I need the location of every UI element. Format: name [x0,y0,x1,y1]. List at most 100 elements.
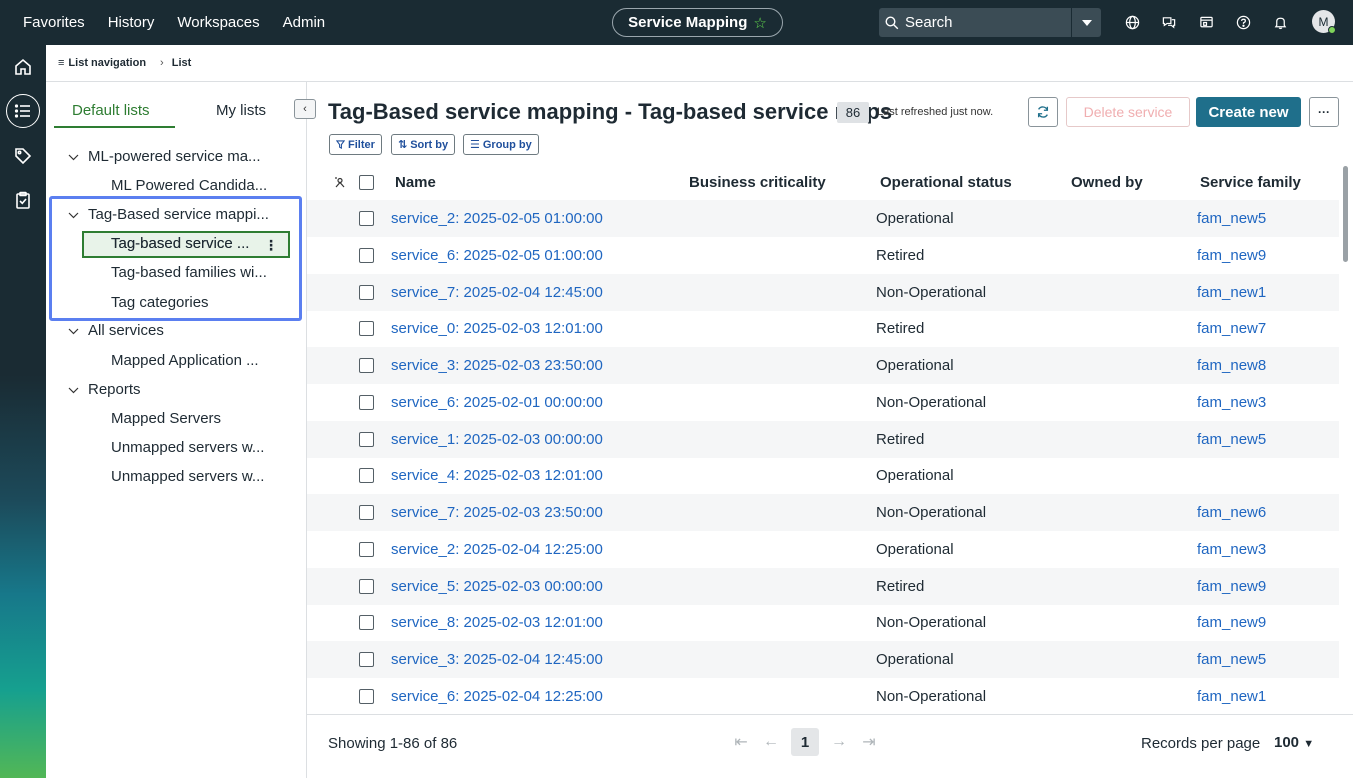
service-family-link[interactable]: fam_new9 [1197,578,1266,595]
previous-page-icon[interactable]: ← [761,733,781,751]
table-row[interactable]: service_6: 2025-02-04 12:25:00 Non-Operat… [307,678,1339,715]
row-checkbox[interactable] [359,505,374,520]
table-row[interactable]: service_8: 2025-02-03 12:01:00 Non-Operat… [307,604,1339,641]
service-family-link[interactable]: fam_new6 [1197,504,1266,521]
table-row[interactable]: service_6: 2025-02-01 00:00:00 Non-Operat… [307,384,1339,421]
service-name-link[interactable]: service_1: 2025-02-03 00:00:00 [391,431,603,448]
group-chip[interactable]: ☰ Group by [463,134,539,155]
breadcrumb-parent[interactable]: List navigation [68,57,146,69]
create-new-button[interactable]: Create new [1196,97,1301,127]
table-row[interactable]: service_4: 2025-02-03 12:01:00 Operationa… [307,457,1339,494]
service-name-link[interactable]: service_8: 2025-02-03 12:01:00 [391,614,603,631]
table-row[interactable]: service_2: 2025-02-04 12:25:00 Operationa… [307,531,1339,568]
table-row[interactable]: service_5: 2025-02-03 00:00:00 Retired fam… [307,567,1339,605]
column-business-criticality[interactable]: Business criticality [689,174,826,191]
more-actions-button[interactable]: ··· [1309,97,1339,127]
service-family-link[interactable]: fam_new5 [1197,210,1266,227]
records-per-page-select[interactable]: 100 ▼ [1274,734,1314,751]
tree-item-unmapped-servers-2[interactable]: Unmapped servers w... [111,468,264,485]
row-checkbox[interactable] [359,211,374,226]
service-name-link[interactable]: service_7: 2025-02-03 23:50:00 [391,504,603,521]
row-checkbox[interactable] [359,321,374,337]
column-operational-status[interactable]: Operational status [880,174,1012,191]
select-all-checkbox[interactable] [359,175,374,190]
next-page-icon[interactable]: → [829,733,849,751]
clipboard-check-icon[interactable] [6,183,40,217]
service-name-link[interactable]: service_2: 2025-02-05 01:00:00 [391,210,603,227]
row-checkbox[interactable] [359,688,374,704]
service-family-link[interactable]: fam_new8 [1197,357,1266,374]
table-row[interactable]: service_3: 2025-02-04 12:45:00 Operationa… [307,641,1339,678]
column-service-family[interactable]: Service family [1200,174,1301,191]
row-checkbox[interactable] [359,652,374,667]
table-row[interactable]: service_6: 2025-02-05 01:00:00 Retired fam… [307,237,1339,274]
service-name-link[interactable]: service_3: 2025-02-03 23:50:00 [391,357,603,374]
search-input[interactable] [905,14,1065,31]
row-checkbox[interactable] [359,358,374,373]
service-family-link[interactable]: fam_new7 [1197,320,1266,337]
tag-icon[interactable] [6,139,40,173]
last-page-icon[interactable]: ⇥ [859,732,879,752]
service-name-link[interactable]: service_6: 2025-02-04 12:25:00 [391,688,603,705]
service-name-link[interactable]: service_4: 2025-02-03 12:01:00 [391,467,603,484]
table-row[interactable]: service_7: 2025-02-04 12:45:00 Non-Operat… [307,273,1339,311]
service-family-link[interactable]: fam_new5 [1197,431,1266,448]
tree-item-mapped-servers[interactable]: Mapped Servers [111,410,221,427]
table-scrollbar[interactable] [1343,166,1348,262]
row-checkbox[interactable] [359,615,374,631]
service-name-link[interactable]: service_0: 2025-02-03 12:01:00 [391,320,603,337]
table-row[interactable]: service_7: 2025-02-03 23:50:00 Non-Operat… [307,494,1339,531]
tree-group-reports[interactable]: Reports [68,381,141,398]
table-row[interactable]: service_1: 2025-02-03 00:00:00 Retired fam… [307,420,1339,458]
list-icon[interactable] [6,94,40,128]
service-name-link[interactable]: service_3: 2025-02-04 12:45:00 [391,651,603,668]
chat-icon[interactable] [1157,10,1181,34]
screen-icon[interactable] [1194,10,1218,34]
tree-item-unmapped-servers-1[interactable]: Unmapped servers w... [111,439,264,456]
row-checkbox[interactable] [359,394,374,410]
nav-admin[interactable]: Admin [283,14,326,31]
service-family-link[interactable]: fam_new9 [1197,247,1266,264]
bell-icon[interactable] [1268,10,1292,34]
search-scope-dropdown[interactable] [1071,8,1101,37]
service-name-link[interactable]: service_5: 2025-02-03 00:00:00 [391,578,603,595]
column-name[interactable]: Name [395,174,436,191]
service-family-link[interactable]: fam_new1 [1197,284,1266,301]
service-name-link[interactable]: service_7: 2025-02-04 12:45:00 [391,284,603,301]
row-checkbox[interactable] [359,578,374,594]
row-checkbox[interactable] [359,541,374,557]
tree-group-ml-powered[interactable]: ML-powered service ma... [68,148,261,165]
nav-favorites[interactable]: Favorites [23,14,85,31]
sort-chip[interactable]: ⇅ Sort by [391,134,456,155]
tree-item-mapped-application[interactable]: Mapped Application ... [111,352,259,369]
home-icon[interactable] [6,50,40,84]
tab-default-lists[interactable]: Default lists [72,102,150,119]
table-row[interactable]: service_2: 2025-02-05 01:00:00 Operationa… [307,200,1339,237]
column-owned-by[interactable]: Owned by [1071,174,1143,191]
first-page-icon[interactable]: ⇤ [731,732,751,752]
tab-my-lists[interactable]: My lists [216,102,266,119]
service-name-link[interactable]: service_6: 2025-02-05 01:00:00 [391,247,603,264]
row-checkbox[interactable] [359,247,374,263]
star-icon[interactable]: ☆ [753,14,766,32]
service-family-link[interactable]: fam_new3 [1197,541,1266,558]
service-family-link[interactable]: fam_new9 [1197,614,1266,631]
table-row[interactable]: service_0: 2025-02-03 12:01:00 Retired fam… [307,310,1339,347]
row-checkbox[interactable] [359,468,374,484]
nav-workspaces[interactable]: Workspaces [177,14,259,31]
nav-history[interactable]: History [108,14,155,31]
row-checkbox[interactable] [359,284,374,300]
user-avatar[interactable]: M [1312,10,1336,34]
row-checkbox[interactable] [359,431,374,447]
service-name-link[interactable]: service_2: 2025-02-04 12:25:00 [391,541,603,558]
current-page[interactable]: 1 [791,728,819,756]
tree-item-ml-powered-candidates[interactable]: ML Powered Candida... [111,177,267,194]
globe-icon[interactable] [1120,10,1144,34]
table-row[interactable]: service_3: 2025-02-03 23:50:00 Operationa… [307,347,1339,384]
refresh-button[interactable] [1028,97,1058,127]
kebab-menu-icon[interactable]: ⋮ [264,237,278,254]
service-name-link[interactable]: service_6: 2025-02-01 00:00:00 [391,394,603,411]
column-settings-icon[interactable] [334,175,346,192]
app-name-pill[interactable]: Service Mapping ☆ [612,8,783,37]
tree-group-all-services[interactable]: All services [68,322,164,339]
